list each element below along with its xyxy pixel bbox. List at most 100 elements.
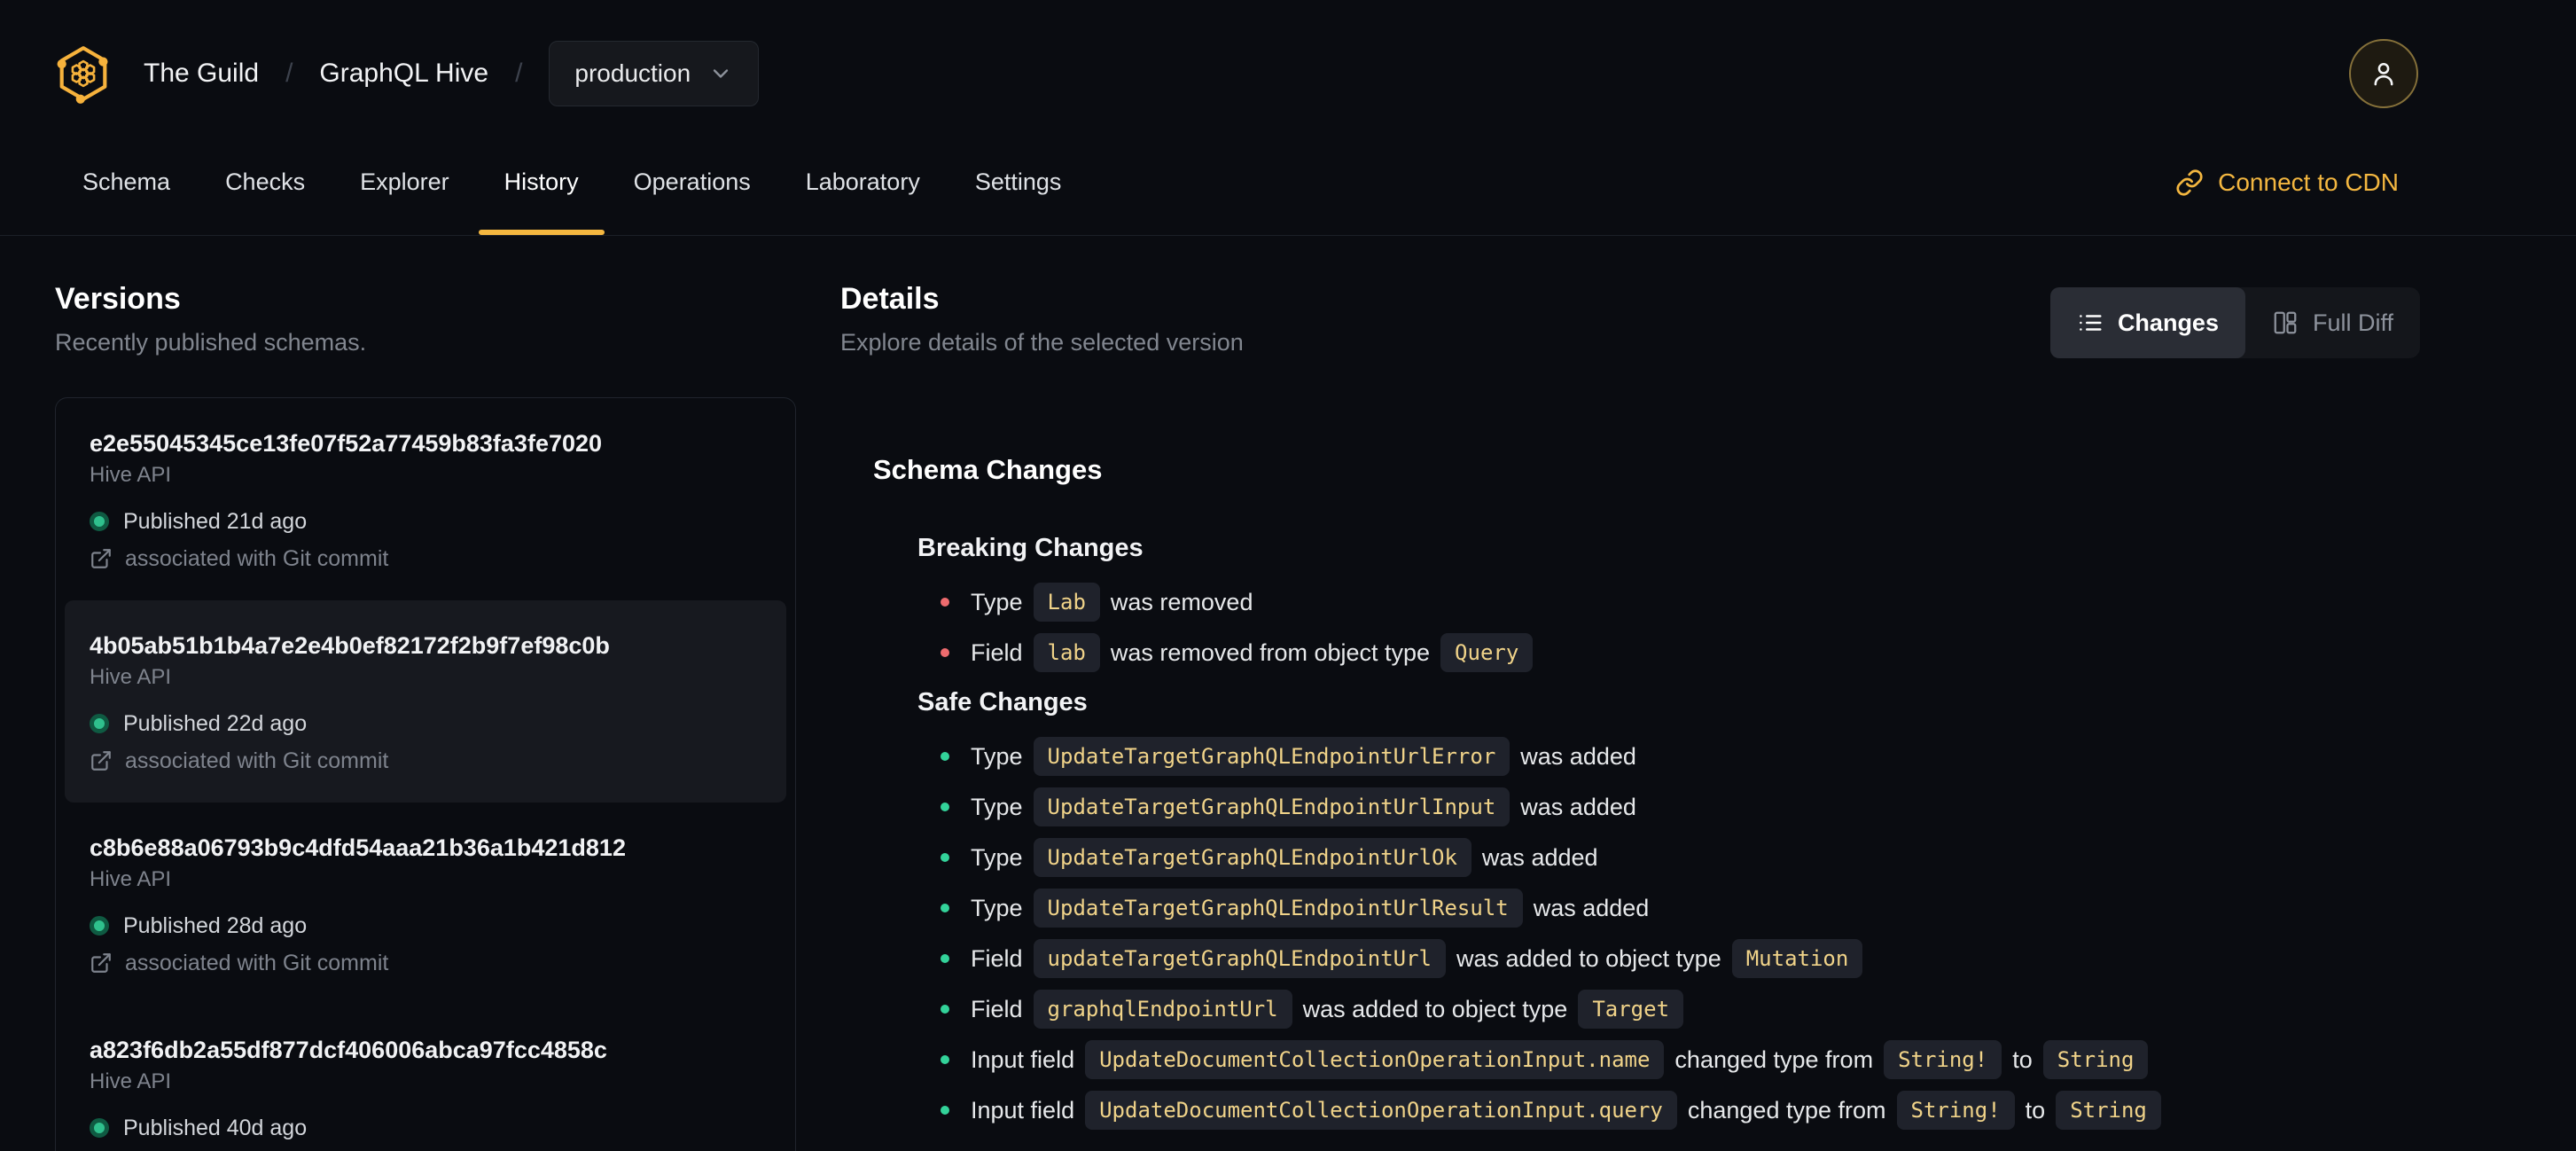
version-item[interactable]: e2e55045345ce13fe07f52a77459b83fa3fe7020… <box>56 398 795 600</box>
safe-bullet-icon <box>941 853 949 862</box>
code-chip: UpdateDocumentCollectionOperationInput.n… <box>1085 1040 1665 1079</box>
published-status-dot <box>90 916 109 936</box>
breadcrumb-separator: / <box>285 59 293 88</box>
version-hash: 4b05ab51b1b4a7e2e4b0ef82172f2b9f7ef98c0b <box>90 632 610 659</box>
schema-changes-section: Schema Changes Breaking Changes Type Lab w… <box>840 454 2420 1130</box>
change-text: to <box>2025 1096 2046 1124</box>
app-header: The Guild / GraphQL Hive / production <box>0 0 2576 129</box>
change-item: Type UpdateTargetGraphQLEndpointUrlResult… <box>941 889 2420 928</box>
code-chip: String! <box>1896 1091 2015 1130</box>
version-item[interactable]: c8b6e88a06793b9c4dfd54aaa21b36a1b421d812… <box>56 803 795 1005</box>
code-chip: UpdateDocumentCollectionOperationInput.q… <box>1085 1091 1677 1130</box>
schema-changes-title: Schema Changes <box>873 454 1103 485</box>
change-text: Field <box>971 995 1023 1022</box>
published-status-dot <box>90 1118 109 1138</box>
code-chip: lab <box>1033 633 1100 672</box>
code-chip: UpdateTargetGraphQLEndpointUrlResult <box>1033 889 1523 928</box>
code-chip: String <box>2056 1091 2161 1130</box>
change-item: Field lab was removed from object type Quer… <box>941 633 2420 672</box>
tab-bar: Schema Checks Explorer History Operations Lab… <box>0 129 2576 236</box>
git-commit-text: associated with Git commit <box>125 546 389 571</box>
breadcrumb-separator: / <box>515 59 523 88</box>
person-icon <box>2374 62 2393 86</box>
code-chip: UpdateTargetGraphQLEndpointUrlError <box>1033 737 1510 776</box>
version-status: Published 22d ago <box>90 712 761 735</box>
change-text: was added <box>1520 793 1636 820</box>
change-text: changed type from <box>1687 1096 1886 1124</box>
safe-bullet-icon <box>941 1106 949 1115</box>
change-section: Safe Changes Type UpdateTargetGraphQLEndp… <box>873 688 2420 1130</box>
code-chip: String! <box>1884 1040 2002 1079</box>
change-item: Type UpdateTargetGraphQLEndpointUrlInput w… <box>941 787 2420 826</box>
breadcrumb-org[interactable]: The Guild <box>144 59 259 89</box>
tab-explorer[interactable]: Explorer <box>332 129 477 235</box>
change-text: Field <box>971 944 1023 972</box>
versions-title: Versions <box>55 282 181 316</box>
change-text: Field <box>971 638 1023 666</box>
versions-subtitle: Recently published schemas. <box>55 329 367 356</box>
published-status-dot <box>90 512 109 531</box>
published-status-text: Published 40d ago <box>123 1116 308 1140</box>
change-text: to <box>2012 1045 2033 1073</box>
change-list: Type Lab was removed Field lab was removed fr… <box>917 583 2420 672</box>
target-selector[interactable]: production <box>549 41 760 106</box>
change-text: was added <box>1481 843 1598 871</box>
change-text: was added <box>1533 894 1650 921</box>
list-icon <box>2080 315 2102 331</box>
versions-panel: Versions Recently published schemas. e2e… <box>55 282 796 1151</box>
change-list: Type UpdateTargetGraphQLEndpointUrlError w… <box>917 737 2420 1130</box>
git-commit-link[interactable]: associated with Git commit <box>90 749 761 772</box>
code-chip: updateTargetGraphQLEndpointUrl <box>1033 939 1447 978</box>
code-chip: graphqlEndpointUrl <box>1033 990 1292 1029</box>
tab-settings[interactable]: Settings <box>948 129 1089 235</box>
change-text: was added to object type <box>1302 995 1568 1022</box>
service-name: Hive API <box>90 463 172 487</box>
changes-toggle-button[interactable]: Changes <box>2049 287 2245 358</box>
change-item: Type UpdateTargetGraphQLEndpointUrlError w… <box>941 737 2420 776</box>
breadcrumb-project[interactable]: GraphQL Hive <box>319 59 488 89</box>
tab-operations[interactable]: Operations <box>606 129 778 235</box>
version-hash: e2e55045345ce13fe07f52a77459b83fa3fe7020 <box>90 430 603 457</box>
version-status: Published 28d ago <box>90 914 761 937</box>
split-columns-icon <box>2274 311 2297 334</box>
code-chip: String <box>2042 1040 2149 1079</box>
main-content: Versions Recently published schemas. e2e… <box>0 236 2576 1151</box>
tab-schema[interactable]: Schema <box>55 129 198 235</box>
safe-bullet-icon <box>941 904 949 912</box>
service-name: Hive API <box>90 1069 172 1093</box>
git-commit-link[interactable]: associated with Git commit <box>90 547 761 570</box>
git-commit-link[interactable]: associated with Git commit <box>90 951 761 975</box>
version-item[interactable]: a823f6db2a55df877dcf406006abca97fcc4858c… <box>56 1005 795 1151</box>
change-text: was added <box>1520 742 1636 770</box>
view-toggle: Changes Full Diff <box>2049 287 2420 358</box>
published-status-text: Published 28d ago <box>123 913 308 938</box>
git-commit-text: associated with Git commit <box>125 951 389 975</box>
safe-bullet-icon <box>941 954 949 963</box>
change-section: Breaking Changes Type Lab was removed Field… <box>873 534 2420 672</box>
change-item: Type UpdateTargetGraphQLEndpointUrlOk was … <box>941 838 2420 877</box>
breadcrumb: The Guild / GraphQL Hive / production <box>144 41 760 106</box>
tab-checks[interactable]: Checks <box>198 129 332 235</box>
tab-history[interactable]: History <box>477 129 606 235</box>
code-chip: Mutation <box>1731 939 1863 978</box>
connect-to-cdn-link[interactable]: Connect to CDN <box>2175 129 2399 235</box>
change-item: Field graphqlEndpointUrl was added to obje… <box>941 990 2420 1029</box>
user-menu-button[interactable] <box>2349 39 2418 108</box>
code-chip: UpdateTargetGraphQLEndpointUrlOk <box>1033 838 1471 877</box>
tab-laboratory[interactable]: Laboratory <box>778 129 948 235</box>
full-diff-toggle-button[interactable]: Full Diff <box>2245 287 2420 358</box>
hive-logo-icon[interactable] <box>55 43 112 104</box>
safe-bullet-icon <box>941 752 949 761</box>
safe-bullet-icon <box>941 803 949 811</box>
change-section-title: Safe Changes <box>917 688 1088 716</box>
breaking-bullet-icon <box>941 598 949 607</box>
published-status-text: Published 22d ago <box>123 711 308 736</box>
service-name: Hive API <box>90 867 172 891</box>
change-text: was removed <box>1110 588 1253 615</box>
details-subtitle: Explore details of the selected version <box>840 329 1244 356</box>
code-chip: Query <box>1440 633 1534 672</box>
change-text: Input field <box>971 1096 1075 1124</box>
version-item[interactable]: 4b05ab51b1b4a7e2e4b0ef82172f2b9f7ef98c0b… <box>65 600 786 803</box>
published-status-dot <box>90 714 109 733</box>
change-item: Field updateTargetGraphQLEndpointUrl was a… <box>941 939 2420 978</box>
